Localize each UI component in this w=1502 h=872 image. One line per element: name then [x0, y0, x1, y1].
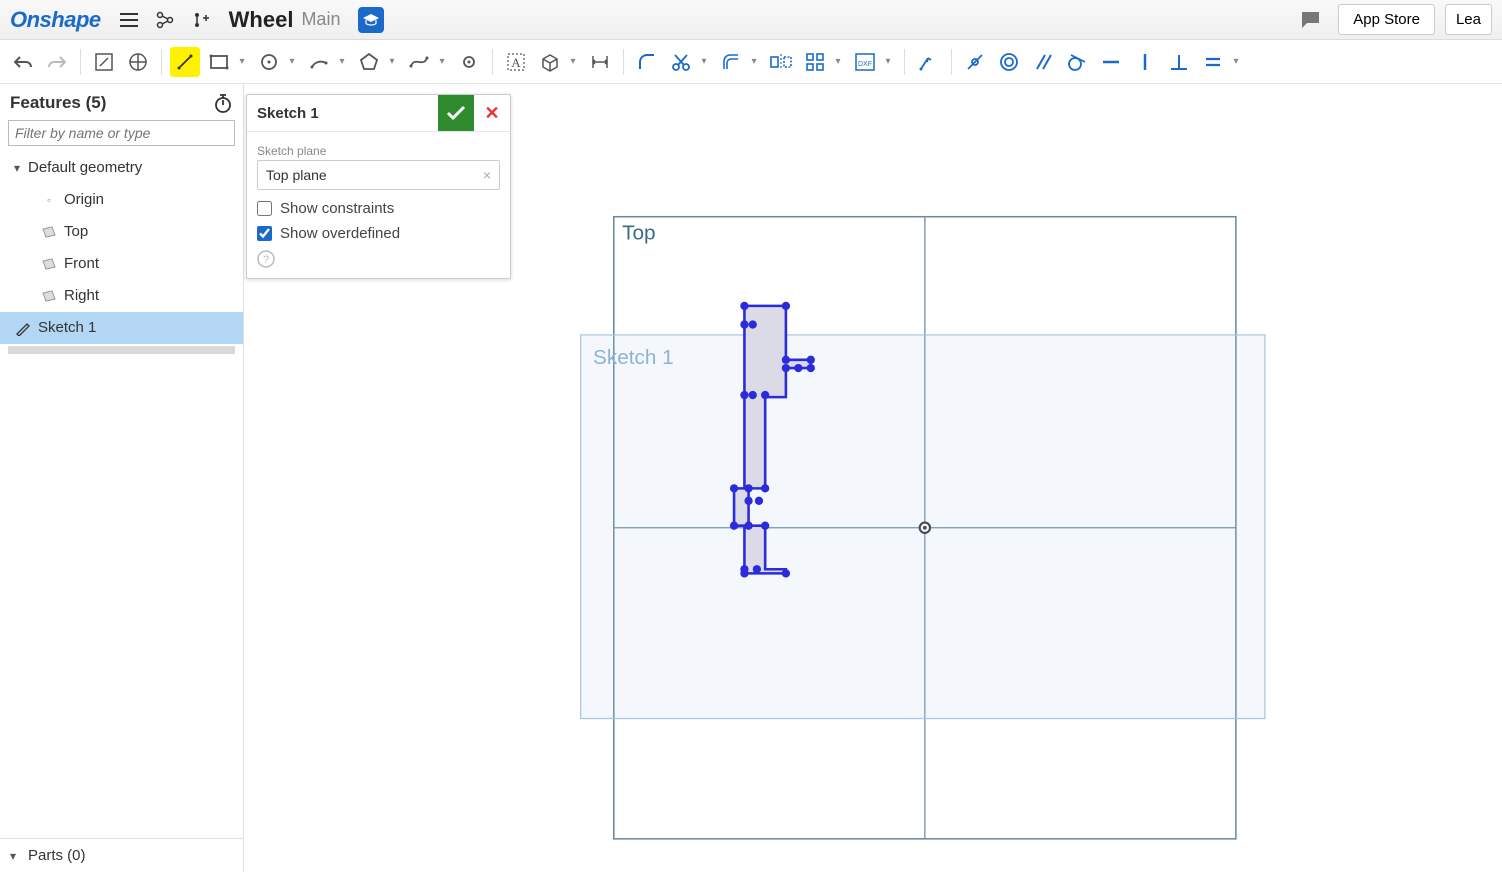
arc-dropdown[interactable]: ▾: [336, 56, 348, 67]
sketch-dialog: Sketch 1 ✕ Sketch plane Top plane × Show…: [246, 94, 511, 279]
undo-button[interactable]: [8, 47, 38, 77]
polygon-dropdown[interactable]: ▾: [386, 56, 398, 67]
svg-text:A: A: [511, 55, 521, 70]
plane-icon: [40, 290, 58, 302]
stopwatch-icon[interactable]: [213, 92, 233, 114]
trim-dropdown[interactable]: ▾: [698, 56, 710, 67]
perpendicular-constraint-icon[interactable]: [1164, 47, 1194, 77]
rectangle-dropdown[interactable]: ▾: [236, 56, 248, 67]
origin-feature[interactable]: ◦ Origin: [0, 184, 243, 216]
parts-section[interactable]: ▾ Parts (0): [0, 838, 243, 872]
parallel-constraint-icon[interactable]: [1028, 47, 1058, 77]
use-dropdown[interactable]: ▾: [567, 56, 579, 67]
featurescript-icon[interactable]: [123, 47, 153, 77]
plane-icon: [40, 258, 58, 270]
circle-dropdown[interactable]: ▾: [286, 56, 298, 67]
sketch1-feature[interactable]: Sketch 1: [0, 312, 243, 344]
caret-down-icon: ▾: [14, 156, 28, 180]
tangent-constraint-icon[interactable]: [1062, 47, 1092, 77]
clear-plane-icon[interactable]: ×: [483, 167, 491, 183]
vertical-constraint-icon[interactable]: [1130, 47, 1160, 77]
point-tool-icon[interactable]: [454, 47, 484, 77]
sketch-plane-label: Sketch plane: [257, 144, 500, 158]
dialog-title: Sketch 1: [247, 97, 438, 130]
version-tree-icon[interactable]: [153, 8, 177, 32]
svg-text:DXF: DXF: [858, 61, 872, 68]
comments-icon[interactable]: [1298, 8, 1322, 32]
use-project-icon[interactable]: [535, 47, 565, 77]
hamburger-icon[interactable]: [117, 8, 141, 32]
spline-tool-icon[interactable]: [404, 47, 434, 77]
plane-icon: [40, 226, 58, 238]
concentric-constraint-icon[interactable]: [994, 47, 1024, 77]
show-overdefined-checkbox[interactable]: Show overdefined: [257, 225, 500, 242]
app-header: Onshape Wheel Main App Store Lea: [0, 0, 1502, 40]
feature-tree: ▾ Default geometry ◦ Origin Top Front Ri…: [0, 152, 243, 838]
onshape-logo[interactable]: Onshape: [10, 7, 101, 33]
horizontal-constraint-icon[interactable]: [1096, 47, 1126, 77]
trim-tool-icon[interactable]: [666, 47, 696, 77]
show-constraints-checkbox[interactable]: Show constraints: [257, 200, 500, 217]
accept-button[interactable]: [438, 95, 474, 131]
equal-constraint-icon[interactable]: [1198, 47, 1228, 77]
polygon-tool-icon[interactable]: [354, 47, 384, 77]
features-title: Features (5): [10, 93, 106, 113]
front-plane-feature[interactable]: Front: [0, 248, 243, 280]
offset-tool-icon[interactable]: [716, 47, 746, 77]
dialog-help-icon[interactable]: ?: [257, 250, 500, 268]
dxf-dropdown[interactable]: ▾: [882, 56, 894, 67]
top-plane-feature[interactable]: Top: [0, 216, 243, 248]
feature-sidebar: Features (5) ▾ Default geometry ◦ Origin…: [0, 84, 244, 872]
feature-filter-input[interactable]: [8, 120, 235, 146]
app-store-button[interactable]: App Store: [1338, 4, 1435, 35]
origin-icon: ◦: [40, 188, 58, 212]
coincident-constraint-icon[interactable]: [960, 47, 990, 77]
rectangle-tool-icon[interactable]: [204, 47, 234, 77]
dxf-import-icon[interactable]: DXF: [850, 47, 880, 77]
insert-icon[interactable]: [189, 8, 213, 32]
spline-dropdown[interactable]: ▾: [436, 56, 448, 67]
pattern-tool-icon[interactable]: [800, 47, 830, 77]
default-geometry-group[interactable]: ▾ Default geometry: [0, 152, 243, 184]
svg-text:?: ?: [263, 254, 269, 266]
circle-tool-icon[interactable]: [254, 47, 284, 77]
sketch-tool-icon[interactable]: [89, 47, 119, 77]
redo-button[interactable]: [42, 47, 72, 77]
education-badge-icon[interactable]: [358, 7, 384, 33]
sketch-plane-field[interactable]: Top plane ×: [257, 160, 500, 190]
fillet-tool-icon[interactable]: [632, 47, 662, 77]
transform-tool-icon[interactable]: [913, 47, 943, 77]
text-tool-icon[interactable]: A: [501, 47, 531, 77]
constraint-dropdown[interactable]: ▾: [1230, 56, 1242, 67]
pattern-dropdown[interactable]: ▾: [832, 56, 844, 67]
rollback-bar[interactable]: [8, 346, 235, 354]
line-tool-icon[interactable]: [170, 47, 200, 77]
mirror-tool-icon[interactable]: [766, 47, 796, 77]
learn-button[interactable]: Lea: [1445, 4, 1492, 35]
right-plane-feature[interactable]: Right: [0, 280, 243, 312]
sketch-toolbar: ▾ ▾ ▾ ▾ ▾ A ▾ ▾ ▾ ▾ DXF ▾ ▾: [0, 40, 1502, 84]
arc-tool-icon[interactable]: [304, 47, 334, 77]
top-plane-label: Top: [622, 222, 655, 245]
document-branch[interactable]: Main: [301, 9, 340, 30]
caret-down-icon: ▾: [10, 849, 24, 863]
sketch-feature-icon: [14, 320, 32, 336]
sketch-label: Sketch 1: [593, 346, 674, 369]
cancel-button[interactable]: ✕: [474, 95, 510, 131]
offset-dropdown[interactable]: ▾: [748, 56, 760, 67]
document-title[interactable]: Wheel: [229, 7, 294, 33]
dimension-tool-icon[interactable]: [585, 47, 615, 77]
